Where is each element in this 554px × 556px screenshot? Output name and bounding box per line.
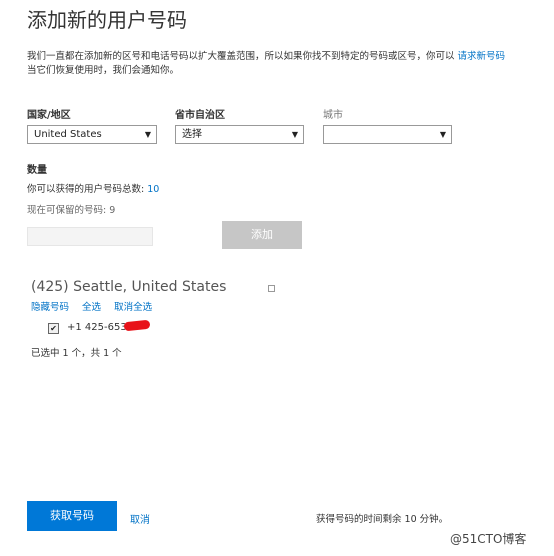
country-select[interactable]: United States ▼ (27, 125, 157, 144)
country-select-value: United States (34, 129, 102, 140)
number-group-title: (425) Seattle, United States (31, 279, 227, 295)
description-tail: 当它们恢复使用时，我们会通知你。 (27, 65, 180, 76)
quantity-label: 数量 (27, 165, 47, 176)
reserve-numbers-text: 现在可保留的号码: 9 (27, 205, 116, 216)
phone-number: +1 425-653- (67, 322, 131, 333)
collapse-icon[interactable] (268, 285, 275, 292)
watermark: @51CTO博客 (450, 532, 527, 546)
redaction-mark (123, 319, 151, 332)
state-select[interactable]: 选择 ▼ (175, 125, 304, 144)
selection-summary: 已选中 1 个，共 1 个 (31, 348, 122, 359)
city-select[interactable]: ▼ (323, 125, 452, 144)
time-remaining-text: 获得号码的时间剩余 10 分钟。 (316, 514, 449, 525)
cancel-link[interactable]: 取消 (130, 511, 150, 526)
chevron-down-icon: ▼ (144, 130, 151, 139)
total-numbers-text: 你可以获得的用户号码总数: 10 (27, 181, 159, 195)
state-select-value: 选择 (182, 129, 202, 140)
chevron-down-icon: ▼ (291, 130, 298, 139)
description-text: 我们一直都在添加新的区号和电话号码以扩大覆盖范围，所以如果你找不到特定的号码或区… (27, 51, 455, 62)
checkmark-icon: ✔ (50, 324, 57, 333)
country-label: 国家/地区 (27, 110, 71, 121)
add-button[interactable]: 添加 (222, 221, 302, 249)
number-checkbox[interactable]: ✔ (48, 323, 59, 334)
quantity-input[interactable] (27, 227, 153, 246)
total-numbers-label: 你可以获得的用户号码总数: (27, 184, 145, 195)
state-label: 省市自治区 (175, 110, 225, 121)
select-all-link[interactable]: 全选 (82, 302, 101, 313)
deselect-all-link[interactable]: 取消全选 (114, 302, 152, 313)
get-numbers-button[interactable]: 获取号码 (27, 501, 117, 531)
group-actions: 隐藏号码 全选 取消全选 (31, 299, 162, 313)
page-title: 添加新的用户号码 (27, 8, 187, 32)
city-label: 城市 (323, 110, 343, 121)
page-description: 我们一直都在添加新的区号和电话号码以扩大覆盖范围，所以如果你找不到特定的号码或区… (27, 50, 537, 78)
request-new-number-link[interactable]: 请求新号码 (458, 51, 506, 62)
total-numbers-value: 10 (147, 184, 160, 195)
chevron-down-icon: ▼ (439, 130, 446, 139)
hide-numbers-link[interactable]: 隐藏号码 (31, 302, 69, 313)
